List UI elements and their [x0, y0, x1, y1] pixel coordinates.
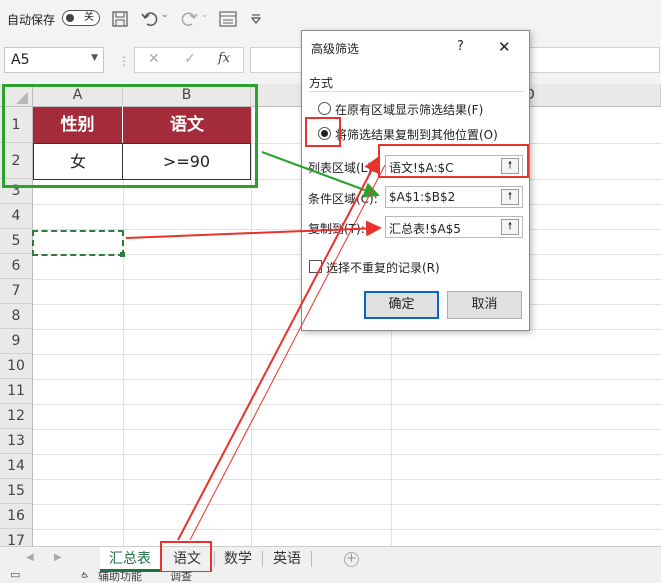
red-arrow-list-range — [177, 156, 379, 541]
red-arrow-copy-to — [125, 220, 382, 239]
green-arrow-criteria — [261, 151, 380, 198]
annotation-arrows — [125, 151, 386, 541]
red-arrow-list-range-2 — [189, 164, 386, 541]
